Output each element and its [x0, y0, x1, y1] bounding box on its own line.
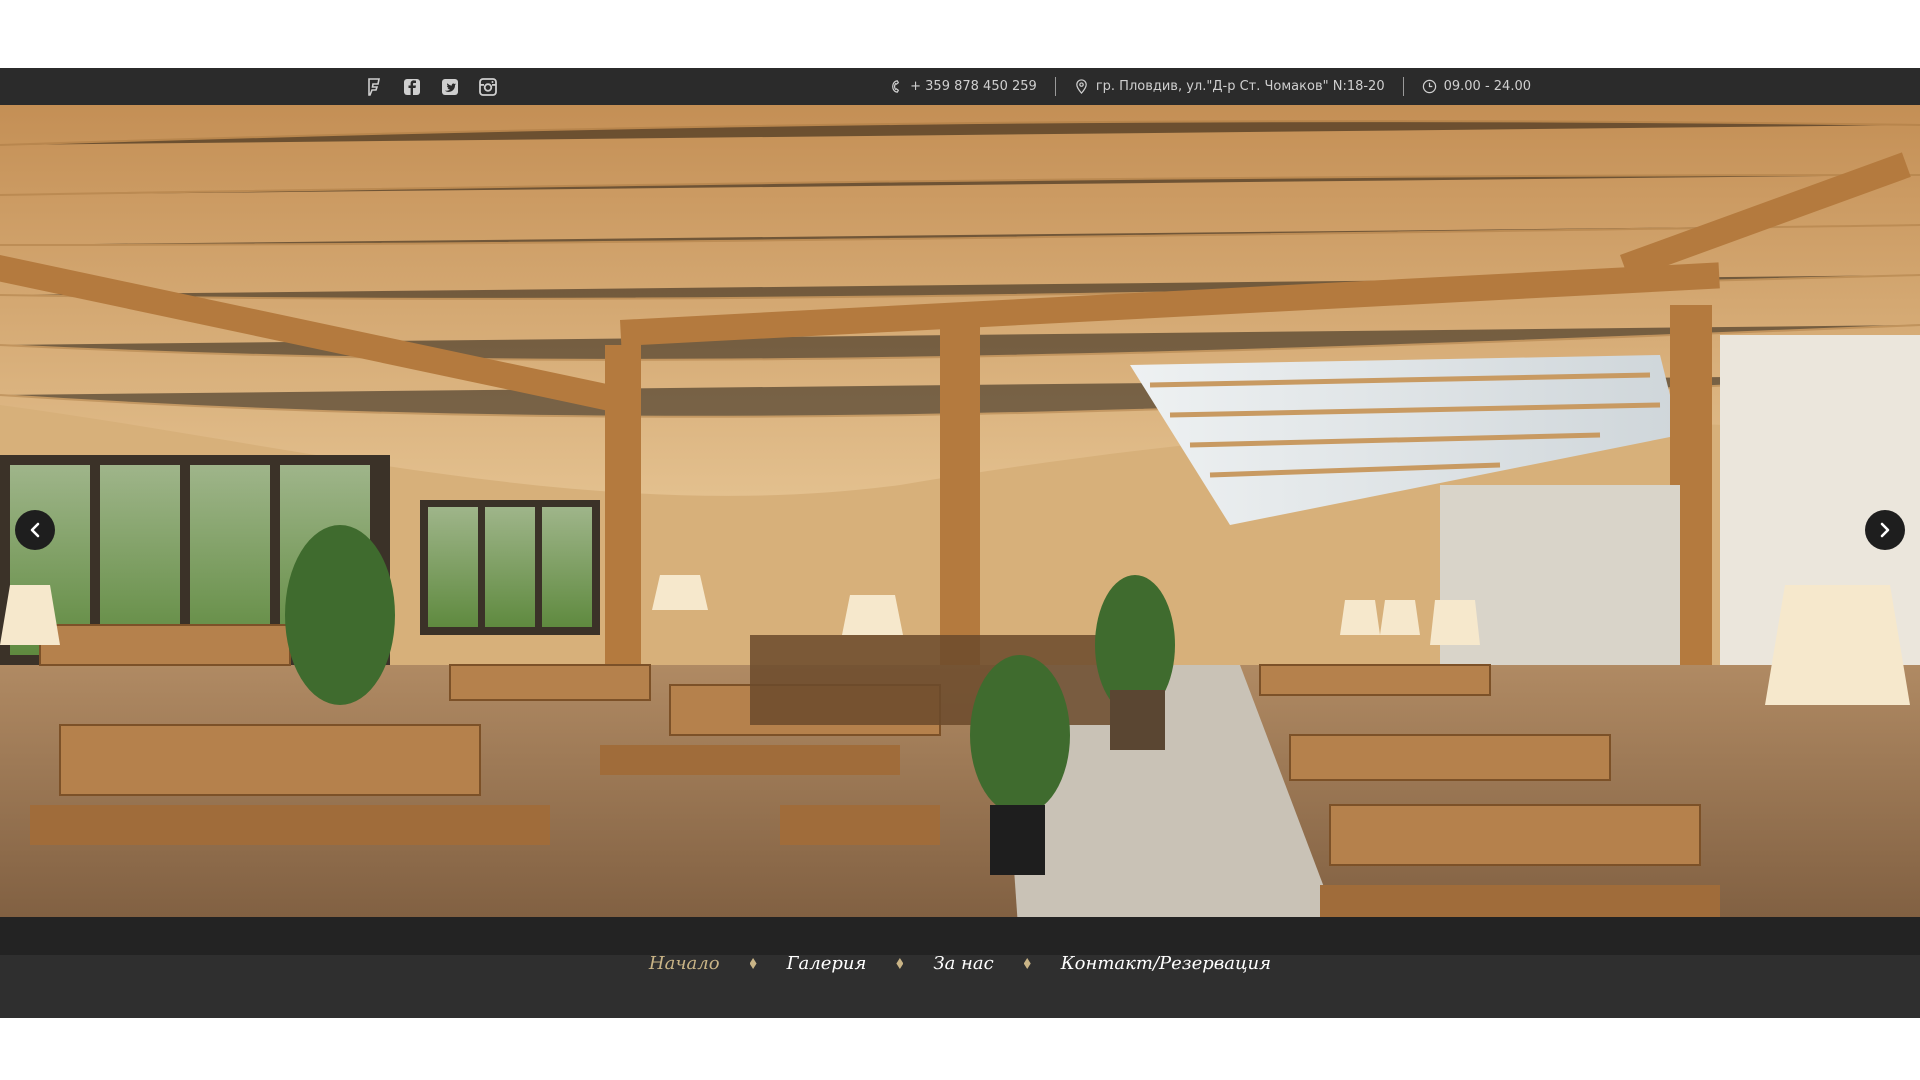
nav-separator	[749, 958, 757, 969]
chevron-left-icon	[30, 522, 40, 538]
nav-gallery[interactable]: Галерия	[757, 953, 897, 974]
restaurant-interior-photo	[0, 105, 1920, 956]
main-nav: Начало Галерия За нас Контакт/Резервация	[0, 953, 1920, 974]
address-text: гр. Пловдив, ул."Д-р Ст. Чомаков" N:18-2…	[1095, 79, 1385, 94]
hours-info: 09.00 - 24.00	[1404, 79, 1549, 94]
nav-home[interactable]: Начало	[619, 953, 750, 974]
phone-info[interactable]: + 359 878 450 259	[870, 79, 1055, 94]
phone-number[interactable]: + 359 878 450 259	[910, 79, 1037, 94]
social-links	[364, 77, 498, 97]
clock-icon	[1422, 79, 1436, 94]
hero-slider	[0, 105, 1920, 956]
phone-icon	[892, 80, 900, 93]
main-navigation-bar: Начало Галерия За нас Контакт/Резервация	[0, 917, 1920, 1018]
nav-contact-reservation[interactable]: Контакт/Резервация	[1031, 953, 1301, 974]
opening-hours: 09.00 - 24.00	[1443, 79, 1531, 94]
twitter-icon[interactable]	[440, 77, 460, 97]
top-info-bar: + 359 878 450 259 гр. Пловдив, ул."Д-р С…	[0, 68, 1920, 105]
contact-info: + 359 878 450 259 гр. Пловдив, ул."Д-р С…	[870, 68, 1549, 105]
chevron-right-icon	[1880, 522, 1890, 538]
map-pin-icon	[1076, 79, 1087, 94]
slider-prev-button[interactable]	[15, 510, 55, 550]
nav-separator	[1023, 958, 1031, 969]
address-info: гр. Пловдив, ул."Д-р Ст. Чомаков" N:18-2…	[1056, 79, 1403, 94]
slider-next-button[interactable]	[1865, 510, 1905, 550]
foursquare-icon[interactable]	[364, 77, 384, 97]
facebook-icon[interactable]	[402, 77, 422, 97]
nav-separator	[896, 958, 904, 969]
instagram-icon[interactable]	[478, 77, 498, 97]
nav-about[interactable]: За нас	[903, 953, 1023, 974]
